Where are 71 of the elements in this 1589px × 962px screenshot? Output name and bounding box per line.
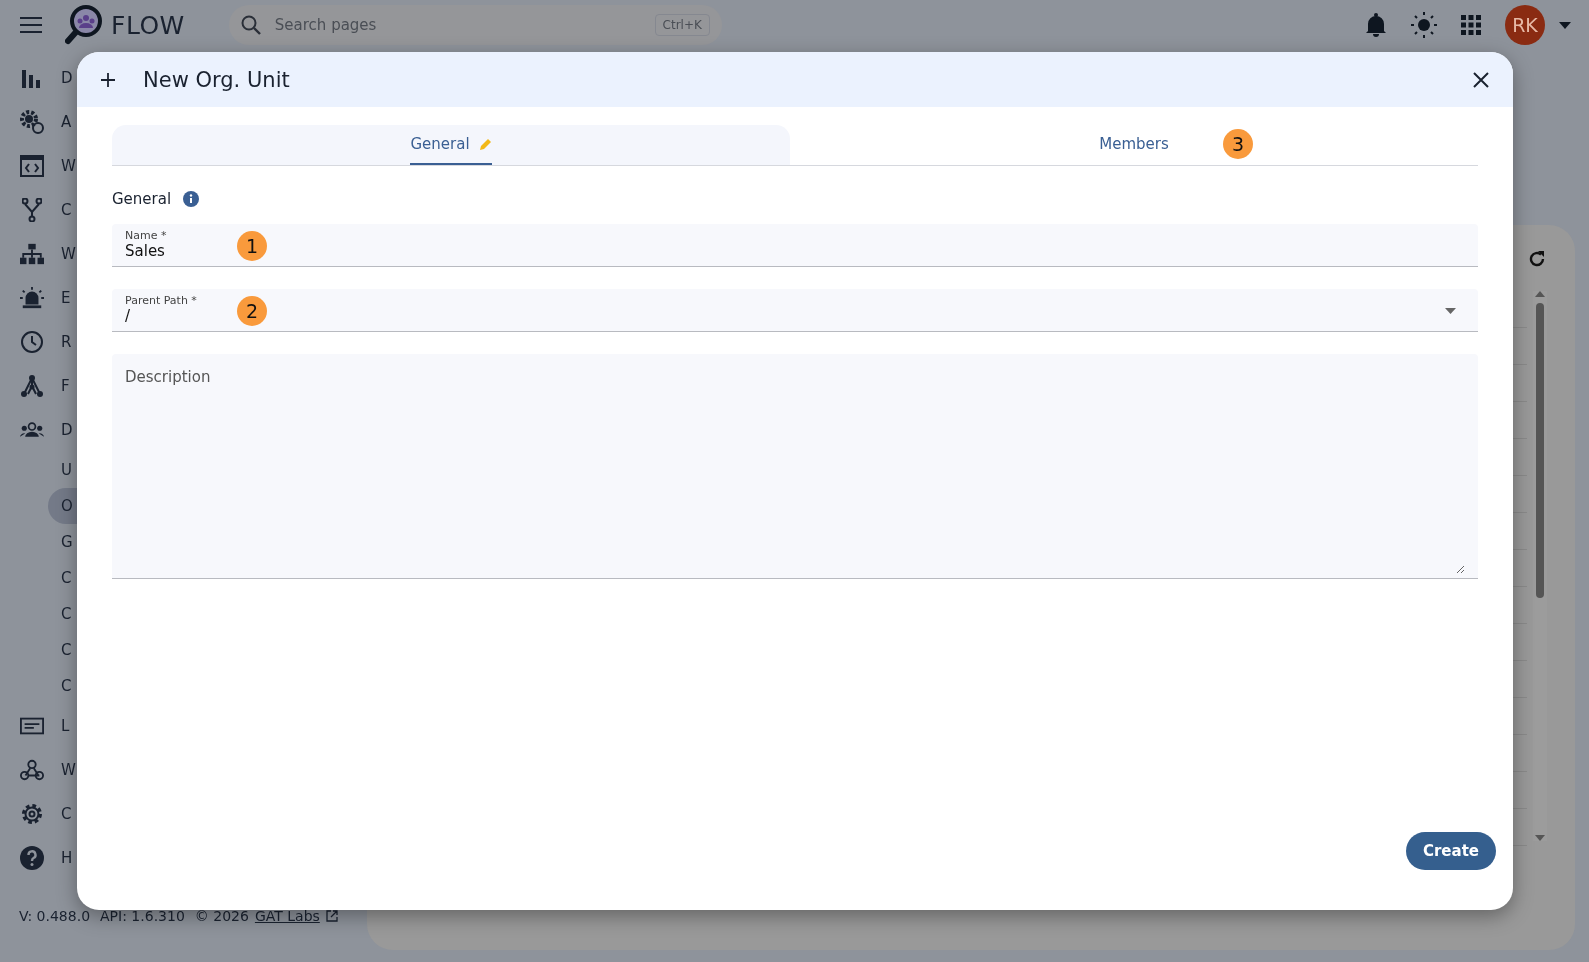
search-icon [240,15,261,35]
tab[interactable]: Members 3 [790,125,1478,165]
siren-icon [20,286,44,310]
close-icon[interactable] [1473,71,1489,88]
nav-item[interactable]: H [0,836,77,880]
nav-item[interactable]: F [0,364,77,408]
dialog-title: New Org. Unit [143,67,291,92]
marker-badge: 3 [1223,129,1253,159]
marker-badge: 1 [237,231,267,261]
apps-grid-icon[interactable] [1461,15,1481,35]
field-label: Name * [125,229,168,242]
nav-subitem[interactable]: O [48,488,77,524]
search-field[interactable]: Search pages Ctrl+K [228,5,722,45]
nav-item[interactable]: W [0,232,77,276]
clock-icon [20,330,44,354]
sun-icon[interactable] [1411,12,1437,38]
card-icon [20,717,44,735]
magnifier-logo-icon [65,4,103,46]
copyright-text: © 2026 [194,908,249,924]
nav-item[interactable]: C [0,188,77,232]
nav-item[interactable]: W [0,748,77,792]
marker-badge: 2 [237,296,267,326]
settings-icon [20,802,44,826]
description-field[interactable]: Description [112,354,1478,579]
nav-item[interactable]: R [0,320,77,364]
help-icon [20,846,44,870]
search-input[interactable]: Search pages [272,15,643,35]
nav-item[interactable]: W [0,144,77,188]
select-field[interactable]: Parent Path * / 2 [112,289,1478,332]
bell-icon[interactable] [1365,13,1387,37]
hierarchy-icon [20,243,44,265]
nav-subitem[interactable]: C [48,596,77,632]
gears-icon [20,110,44,134]
scroll-up-arrow-icon[interactable] [1535,291,1545,297]
field-label: Parent Path * [125,294,198,307]
company-link[interactable]: GAT Labs [254,908,320,924]
branch-icon [22,198,42,222]
brand-name: FLOW [111,10,185,40]
create-button[interactable]: Create [1405,832,1496,870]
caret-icon[interactable] [1559,21,1571,29]
nav-item[interactable]: D [0,408,77,452]
version-text: V: 0.488.0 [19,908,91,924]
nav-item[interactable]: E [0,276,77,320]
plus-icon [101,72,115,87]
nav-item[interactable]: A [0,100,77,144]
refresh-icon[interactable] [1527,249,1547,269]
code-window-icon [20,155,44,177]
nav-item[interactable]: L [0,704,77,748]
text-field[interactable]: Name * Sales 1 [112,224,1478,267]
bar-chart-icon [21,67,43,89]
nav-subitem[interactable]: C [48,560,77,596]
nav-item[interactable]: C [0,792,77,836]
section-title: General [112,190,172,208]
nav-subitem[interactable]: C [48,668,77,704]
scroll-down-arrow-icon[interactable] [1535,835,1545,841]
node-graph-icon [20,374,44,398]
people-icon [20,421,44,439]
dropdown-arrow-icon[interactable] [1445,308,1456,314]
webhook-icon [20,758,44,782]
scrollbar[interactable] [1533,291,1547,841]
external-link-icon[interactable] [325,910,338,922]
nav-subitem[interactable]: U [48,452,77,488]
nav-subitem[interactable]: G [48,524,77,560]
shortcut-hint: Ctrl+K [654,14,710,36]
tab[interactable]: General [112,125,790,165]
nav-item[interactable]: D [0,56,77,100]
nav-subitem[interactable]: C [48,632,77,668]
menu-icon[interactable] [20,17,42,33]
api-version-text: API: 1.6.310 [100,908,185,924]
user-avatar[interactable]: RK [1505,5,1545,45]
info-icon[interactable] [183,191,200,207]
